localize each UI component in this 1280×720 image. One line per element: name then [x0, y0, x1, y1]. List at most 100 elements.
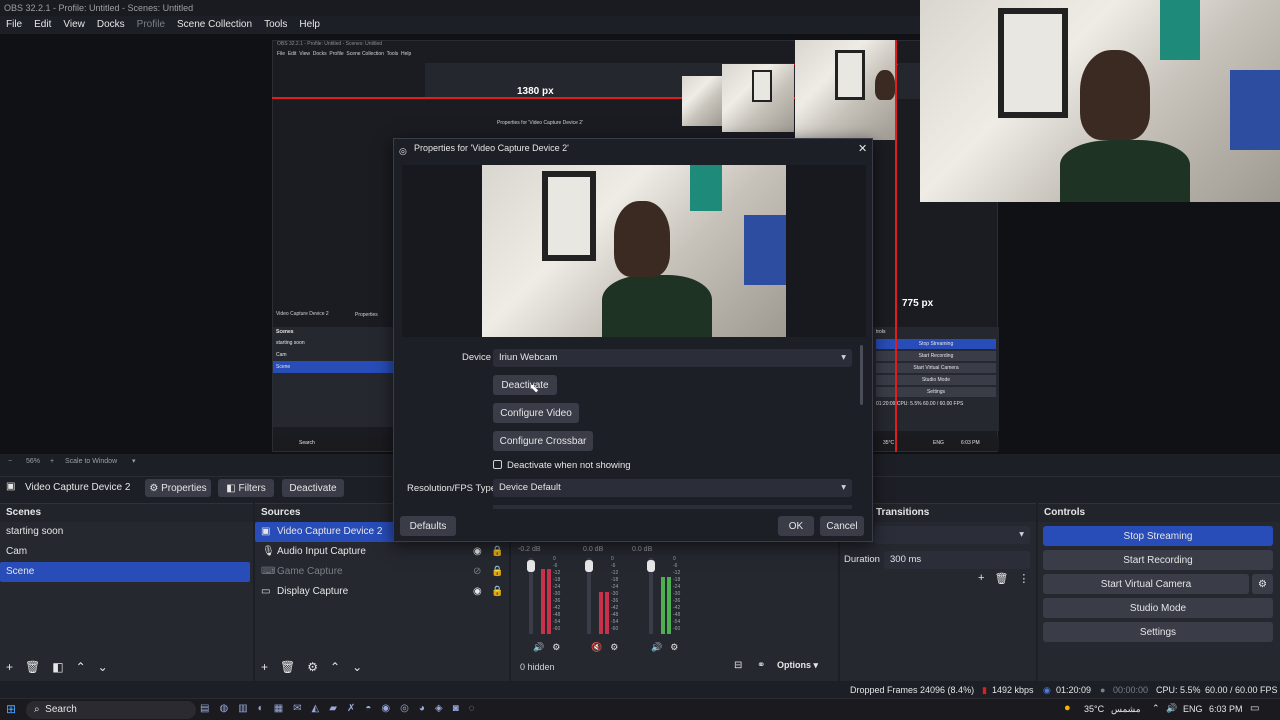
source-item-game-capture[interactable]: ⌨ Game Capture ⊘ 🔒	[255, 562, 509, 582]
task-view-icon[interactable]: ▤	[200, 703, 209, 714]
link-icon[interactable]: ⚭	[757, 660, 765, 671]
duration-input[interactable]: 300 ms	[884, 551, 1030, 569]
eye-icon[interactable]: ◉	[473, 542, 482, 562]
deactivate-toolbar-button[interactable]: Deactivate	[282, 479, 344, 497]
filter-icon[interactable]: ◧	[52, 660, 63, 674]
ok-button[interactable]: OK	[778, 516, 814, 536]
menu-file[interactable]: File	[6, 16, 22, 34]
chevron-up-icon[interactable]: ⌃	[1152, 703, 1160, 714]
menu-docks[interactable]: Docks	[97, 16, 125, 34]
speaker-icon[interactable]: 🔊	[651, 642, 662, 653]
configure-crossbar-button[interactable]: Configure Crossbar	[493, 431, 593, 451]
windows-start-icon[interactable]: ⊞	[6, 702, 16, 716]
settings-button[interactable]: Settings	[1043, 622, 1273, 642]
lock-icon[interactable]: 🔒	[491, 542, 503, 562]
zoom-in-icon[interactable]: +	[50, 458, 54, 465]
language[interactable]: ENG	[1183, 704, 1203, 714]
source-item-audio-input[interactable]: 🎙 Audio Input Capture ◉ 🔒	[255, 542, 509, 562]
discord-icon[interactable]: ◙	[453, 703, 459, 714]
eye-icon[interactable]: ◉	[473, 582, 482, 602]
volume-slider[interactable]	[647, 560, 655, 572]
app-icon[interactable]: ◈	[435, 703, 443, 714]
gear-icon[interactable]: ⚙	[670, 642, 678, 653]
trash-icon[interactable]: 🗑	[25, 660, 40, 674]
nested-scene-item: starting soon	[276, 340, 305, 346]
menu-edit[interactable]: Edit	[34, 16, 51, 34]
start-recording-button[interactable]: Start Recording	[1043, 550, 1273, 570]
mail-icon[interactable]: ✉	[293, 703, 301, 714]
properties-button[interactable]: ⚙ Properties	[145, 479, 211, 497]
resolution-select[interactable]: Device Default	[493, 479, 852, 497]
start-virtual-camera-button[interactable]: Start Virtual Camera	[1043, 574, 1249, 594]
store-icon[interactable]: ▦	[274, 703, 283, 714]
chrome-icon[interactable]: ◕	[419, 703, 425, 714]
move-up-icon[interactable]: ⌃	[76, 660, 86, 674]
studio-mode-button[interactable]: Studio Mode	[1043, 598, 1273, 618]
controls-dock: Controls Stop Streaming Start Recording …	[1038, 503, 1280, 681]
move-down-icon[interactable]: ⌄	[352, 660, 362, 674]
more-icon[interactable]: ⋮	[1018, 572, 1029, 585]
scene-item-cam[interactable]: Cam	[0, 542, 253, 562]
menu-scene-collection[interactable]: Scene Collection	[177, 16, 252, 34]
menu-help[interactable]: Help	[299, 16, 320, 34]
menu-tools[interactable]: Tools	[264, 16, 287, 34]
properties-dialog: ◎ Properties for 'Video Capture Device 2…	[393, 138, 873, 542]
obs-icon[interactable]: ◌	[469, 703, 475, 714]
volume-icon[interactable]: 🔊	[1166, 703, 1177, 714]
clock[interactable]: 6:03 PM	[1209, 704, 1243, 714]
excel-icon[interactable]: ✗	[347, 703, 355, 714]
notification-icon[interactable]: ▭	[1250, 703, 1259, 714]
volume-slider[interactable]	[527, 560, 535, 572]
gear-icon[interactable]: ⚙	[552, 642, 560, 653]
bitrate: 1492 kbps	[992, 685, 1034, 695]
lock-icon[interactable]: 🔒	[491, 562, 503, 582]
steam-icon[interactable]: ◓	[365, 703, 371, 714]
trash-icon[interactable]: 🗑	[280, 660, 295, 674]
nested-control: Start Virtual Camera	[876, 363, 996, 373]
dialog-scrollbar[interactable]	[860, 345, 863, 405]
add-icon[interactable]: +	[261, 660, 268, 674]
deactivate-when-hidden-checkbox[interactable]	[493, 460, 502, 469]
gear-icon[interactable]: ⚙	[307, 660, 318, 674]
eye-hidden-icon[interactable]: ⊘	[473, 562, 481, 582]
add-icon[interactable]: +	[6, 660, 13, 674]
zoom-out-icon[interactable]: −	[8, 458, 12, 465]
virtual-camera-settings-button[interactable]: ⚙	[1252, 574, 1273, 594]
browser-icon[interactable]: ◎	[400, 703, 409, 714]
deactivate-button[interactable]: Deactivate	[493, 375, 557, 395]
move-down-icon[interactable]: ⌄	[98, 660, 108, 674]
stop-streaming-button[interactable]: Stop Streaming	[1043, 526, 1273, 546]
webcam-feed[interactable]	[920, 0, 1280, 202]
volume-slider[interactable]	[585, 560, 593, 572]
menu-view[interactable]: View	[63, 16, 85, 34]
scene-item-scene[interactable]: Scene	[0, 562, 250, 582]
taskbar-search[interactable]: ⌕ Search	[26, 701, 196, 719]
scale-mode[interactable]: Scale to Window	[65, 458, 117, 465]
speaker-muted-icon[interactable]: 🔇	[591, 642, 602, 653]
scene-item-starting-soon[interactable]: starting soon	[0, 522, 253, 542]
device-select[interactable]: Iriun Webcam	[493, 349, 852, 367]
configure-video-button[interactable]: Configure Video	[493, 403, 579, 423]
transition-select[interactable]	[874, 526, 1030, 544]
close-icon[interactable]: ✕	[858, 140, 867, 158]
cancel-button[interactable]: Cancel	[820, 516, 864, 536]
layout-icon[interactable]: ⊟	[734, 660, 742, 671]
lock-icon[interactable]: 🔒	[491, 582, 503, 602]
mixer-options-button[interactable]: Options ▾	[777, 660, 818, 671]
gear-icon[interactable]: ⚙	[610, 642, 618, 653]
folder-icon[interactable]: ▰	[329, 703, 337, 714]
move-up-icon[interactable]: ⌃	[330, 660, 340, 674]
add-icon[interactable]: +	[978, 572, 984, 585]
copilot-icon[interactable]: ◍	[219, 703, 228, 714]
spotify-icon[interactable]: ◉	[381, 703, 390, 714]
edge-icon[interactable]: ◐	[258, 703, 264, 714]
filters-button[interactable]: ◧ Filters	[218, 479, 274, 497]
defaults-button[interactable]: Defaults	[400, 516, 456, 536]
menu-profile[interactable]: Profile	[137, 16, 165, 34]
chevron-down-icon[interactable]: ▾	[132, 457, 136, 465]
trash-icon[interactable]: 🗑	[994, 572, 1008, 585]
speaker-icon[interactable]: 🔊	[533, 642, 544, 653]
photos-icon[interactable]: ◭	[312, 703, 320, 714]
file-icon[interactable]: ▥	[238, 703, 247, 714]
source-item-display-capture[interactable]: ▭ Display Capture ◉ 🔒	[255, 582, 509, 602]
